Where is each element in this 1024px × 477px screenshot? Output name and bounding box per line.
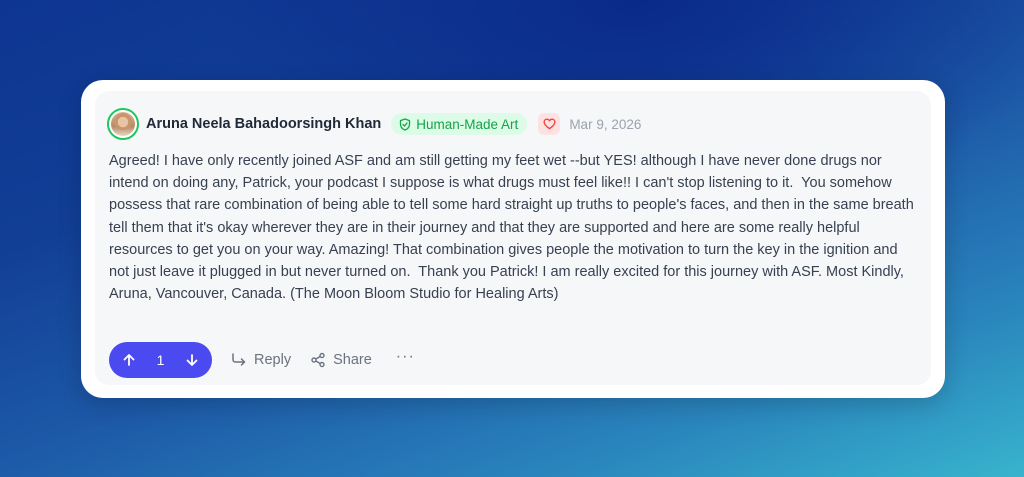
more-options-icon[interactable]: ··· [396, 348, 415, 372]
avatar-image [111, 112, 135, 136]
heart-reaction-button[interactable] [538, 113, 561, 135]
reply-button[interactable]: Reply [231, 352, 291, 368]
comment-body-panel: Aruna Neela Bahadoorsingh Khan Human-Mad… [95, 91, 931, 385]
reply-label: Reply [254, 352, 292, 368]
author-name[interactable]: Aruna Neela Bahadoorsingh Khan [146, 116, 381, 132]
badge-label: Human-Made Art [416, 116, 519, 132]
downvote-button[interactable] [182, 350, 202, 370]
shield-check-icon [400, 117, 411, 131]
vote-control: 1 [109, 342, 212, 378]
heart-icon [543, 118, 556, 130]
arrow-down-icon [186, 354, 198, 366]
share-icon [311, 352, 325, 368]
arrow-up-icon [123, 354, 135, 366]
comment-text: Agreed! I have only recently joined ASF … [109, 153, 918, 303]
reply-arrow-icon [232, 353, 246, 366]
avatar[interactable] [107, 108, 139, 140]
comment-actions: 1 Reply Share ··· [109, 342, 415, 378]
human-made-art-badge: Human-Made Art [391, 113, 528, 135]
comment-date: Mar 9, 2026 [569, 116, 642, 132]
vote-count: 1 [156, 352, 165, 368]
share-button[interactable]: Share [310, 352, 372, 368]
upvote-button[interactable] [119, 350, 139, 370]
comment-header: Aruna Neela Bahadoorsingh Khan Human-Mad… [107, 106, 641, 142]
comment-card: Aruna Neela Bahadoorsingh Khan Human-Mad… [81, 80, 945, 398]
share-label: Share [333, 352, 372, 368]
